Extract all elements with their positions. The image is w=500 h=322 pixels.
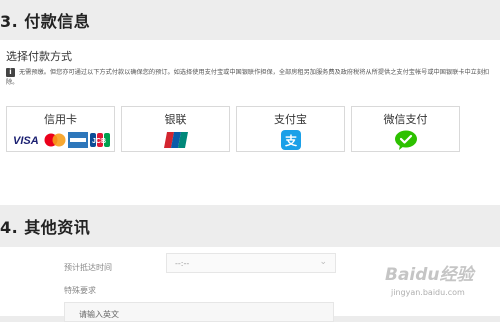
notice-text: 无需预缴。但您亦可通过以下方式付款以确保您的预订。如选择使用支付宝或中国银联作担… [6, 69, 490, 86]
payment-panel: 选择付款方式 i 无需预缴。但您亦可通过以下方式付款以确保您的预订。如选择使用支付… [0, 40, 500, 205]
eta-value: --:-- [175, 258, 190, 268]
jcb-logo: JCB [89, 133, 110, 147]
payment-method-unionpay[interactable]: 银联 [121, 106, 230, 152]
visa-text: VISA [13, 135, 39, 146]
chevron-down-icon: ⌄ [319, 257, 327, 267]
payment-methods: 信用卡 VISA JCB 银联 支付宝 支 微信支付 [6, 106, 460, 152]
wechat-pay-label: 微信支付 [383, 113, 428, 126]
unionpay-logo [163, 132, 188, 148]
credit-card-label: 信用卡 [44, 113, 77, 126]
special-request-input[interactable]: 请输入英文 [64, 302, 334, 322]
other-info-section-title: 4. 其他资讯 [0, 218, 91, 237]
other-info-section-header: 4. 其他资讯 [0, 205, 500, 247]
credit-card-logos: VISA JCB [12, 130, 110, 150]
mastercard-logo [44, 133, 65, 147]
wechat-pay-logo [394, 130, 417, 150]
visa-logo: VISA [13, 135, 39, 146]
payment-method-wechat-pay[interactable]: 微信支付 [351, 106, 460, 152]
special-request-label: 特殊要求 [64, 286, 96, 295]
info-icon: i [6, 68, 15, 77]
payment-section-title: 3. 付款信息 [0, 12, 91, 31]
alipay-logo: 支 [280, 130, 301, 150]
payment-method-credit-card[interactable]: 信用卡 VISA JCB [6, 106, 115, 152]
eta-label: 预计抵达时间 [64, 263, 112, 272]
payment-notice: i 无需预缴。但您亦可通过以下方式付款以确保您的预订。如选择使用支付宝或中国银联作… [6, 68, 492, 88]
eta-select[interactable]: --:-- ⌄ [166, 253, 336, 273]
baidu-watermark: Baidu经验 jingyan.baidu.com [385, 258, 495, 310]
choose-payment-label: 选择付款方式 [6, 50, 72, 63]
alipay-char: 支 [284, 133, 298, 148]
watermark-url: jingyan.baidu.com [391, 288, 465, 297]
payment-method-alipay[interactable]: 支付宝 支 [236, 106, 345, 152]
watermark-text: Baidu经验 [385, 265, 474, 285]
amex-logo [67, 132, 88, 148]
alipay-label: 支付宝 [274, 113, 307, 126]
payment-section-header: 3. 付款信息 [0, 0, 500, 40]
jcb-text: JCB [92, 138, 106, 145]
unionpay-label: 银联 [164, 113, 187, 126]
